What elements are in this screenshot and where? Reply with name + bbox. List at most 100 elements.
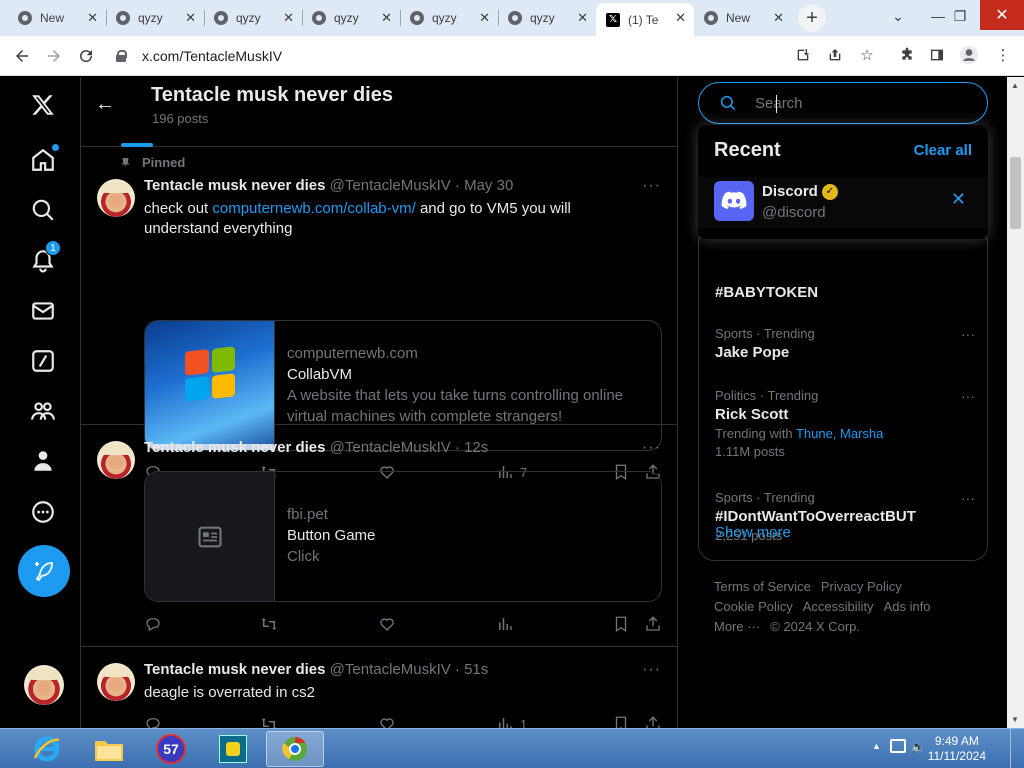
- trend-more-icon[interactable]: ···: [961, 388, 975, 404]
- network-icon[interactable]: [890, 739, 906, 753]
- side-panel-icon[interactable]: [926, 44, 948, 66]
- page-scrollbar[interactable]: ▲ ▼: [1007, 77, 1024, 728]
- home-icon[interactable]: [27, 144, 59, 176]
- back-button[interactable]: [10, 44, 34, 68]
- back-arrow-icon[interactable]: ←: [95, 93, 115, 116]
- address-bar[interactable]: x.com/TentacleMuskIV: [110, 41, 780, 71]
- show-desktop-button[interactable]: [1010, 729, 1024, 768]
- file-explorer-icon[interactable]: [84, 731, 134, 767]
- trend-more-icon[interactable]: ···: [961, 490, 975, 506]
- tweet-avatar[interactable]: [97, 663, 135, 701]
- trend-more-icon[interactable]: ···: [961, 326, 975, 342]
- search-box[interactable]: [698, 82, 988, 124]
- communities-people-icon[interactable]: [27, 395, 59, 427]
- tab-close-icon[interactable]: ✕: [283, 10, 294, 26]
- browser-tab[interactable]: qyzy ✕: [204, 3, 302, 33]
- share-upload-icon[interactable]: [644, 615, 662, 633]
- compose-post-button[interactable]: [18, 545, 70, 597]
- browser-tab[interactable]: qyzy ✕: [106, 3, 204, 33]
- browser-tab[interactable]: qyzy ✕: [498, 3, 596, 33]
- bookmark-icon[interactable]: [612, 615, 630, 633]
- tab-search-chevron-icon[interactable]: ⌄: [878, 4, 918, 28]
- tweet-more-icon[interactable]: ···: [642, 661, 661, 679]
- like-heart-icon[interactable]: [378, 615, 396, 633]
- tab-close-icon[interactable]: ✕: [381, 10, 392, 26]
- close-window-button[interactable]: ✕: [980, 0, 1024, 30]
- explore-search-icon[interactable]: [27, 194, 59, 226]
- bookmark-star-icon[interactable]: ☆: [856, 44, 878, 66]
- tab-close-icon[interactable]: ✕: [773, 10, 784, 26]
- author-name[interactable]: Tentacle musk never dies: [144, 661, 325, 678]
- internet-explorer-icon[interactable]: [22, 731, 72, 767]
- scroll-up-arrow-icon[interactable]: ▲: [1011, 81, 1019, 90]
- extensions-icon[interactable]: [896, 44, 918, 66]
- share-upload-icon[interactable]: [644, 715, 662, 728]
- trend-item[interactable]: Sports · Trending Jake Pope ···: [715, 326, 975, 361]
- tray-expand-icon[interactable]: ▲: [872, 741, 881, 751]
- trend-item[interactable]: Politics · Trending Rick Scott Trending …: [715, 388, 975, 459]
- reload-button[interactable]: [74, 44, 98, 68]
- profile-person-icon[interactable]: [27, 445, 59, 477]
- chrome-taskbar-icon[interactable]: [266, 731, 324, 767]
- clear-all-button[interactable]: Clear all: [914, 142, 972, 159]
- app-tile-icon[interactable]: [208, 731, 258, 767]
- author-name[interactable]: Tentacle musk never dies: [144, 177, 325, 194]
- repost-icon[interactable]: [260, 615, 278, 633]
- install-app-icon[interactable]: [792, 44, 814, 66]
- views-icon[interactable]: 1: [496, 715, 527, 728]
- footer-terms-link[interactable]: Terms of Service: [714, 579, 811, 594]
- app-badge-icon[interactable]: 57: [146, 731, 196, 767]
- taskbar-clock[interactable]: 9:49 AM 11/11/2024: [928, 734, 986, 764]
- trend-partial-tag[interactable]: #BABYTOKEN: [715, 284, 818, 301]
- tab-close-icon[interactable]: ✕: [675, 10, 686, 26]
- show-more-link[interactable]: Show more: [715, 524, 791, 541]
- trend-related-link[interactable]: Thune, Marsha: [796, 426, 883, 441]
- remove-recent-icon[interactable]: ✕: [951, 189, 966, 210]
- scroll-down-arrow-icon[interactable]: ▼: [1011, 715, 1019, 724]
- tweet[interactable]: Pinned Tentacle musk never dies @Tentacl…: [81, 147, 677, 481]
- bookmark-icon[interactable]: [612, 715, 630, 728]
- grok-slash-icon[interactable]: [27, 345, 59, 377]
- footer-more-link[interactable]: More ···: [714, 619, 760, 634]
- x-logo-icon[interactable]: [27, 89, 59, 121]
- share-icon[interactable]: [824, 44, 846, 66]
- forward-button[interactable]: [42, 44, 66, 68]
- footer-ads-link[interactable]: Ads info: [884, 599, 931, 614]
- new-tab-button[interactable]: +: [798, 4, 826, 32]
- tweet[interactable]: Tentacle musk never dies @TentacleMuskIV…: [81, 425, 677, 647]
- messages-envelope-icon[interactable]: [27, 295, 59, 327]
- footer-cookie-link[interactable]: Cookie Policy: [714, 599, 793, 614]
- browser-tab[interactable]: New ✕: [694, 3, 792, 33]
- tweet-avatar[interactable]: [97, 441, 135, 479]
- reply-icon[interactable]: [144, 715, 162, 728]
- tweet[interactable]: Tentacle musk never dies @TentacleMuskIV…: [81, 647, 677, 728]
- tab-close-icon[interactable]: ✕: [87, 10, 98, 26]
- notifications-bell-icon[interactable]: 1: [27, 240, 61, 276]
- repost-icon[interactable]: [260, 715, 278, 728]
- footer-privacy-link[interactable]: Privacy Policy: [821, 579, 902, 594]
- menu-kebab-icon[interactable]: ⋮: [992, 44, 1014, 66]
- tweet-more-icon[interactable]: ···: [642, 439, 661, 457]
- tab-close-icon[interactable]: ✕: [479, 10, 490, 26]
- views-icon[interactable]: [496, 615, 514, 633]
- browser-tab-active[interactable]: 𝕏 (1) Te ✕: [596, 3, 694, 36]
- browser-tab[interactable]: qyzy ✕: [302, 3, 400, 33]
- browser-tab[interactable]: New ✕: [8, 3, 106, 33]
- link-card[interactable]: fbi.pet Button Game Click: [144, 471, 662, 602]
- like-heart-icon[interactable]: [378, 715, 396, 728]
- volume-muted-icon[interactable]: 🔈: [910, 739, 926, 755]
- account-avatar[interactable]: [24, 665, 64, 705]
- author-name[interactable]: Tentacle musk never dies: [144, 439, 325, 456]
- tab-close-icon[interactable]: ✕: [577, 10, 588, 26]
- reply-icon[interactable]: [144, 615, 162, 633]
- profile-icon[interactable]: [958, 44, 980, 66]
- search-input[interactable]: [755, 94, 955, 112]
- tweet-more-icon[interactable]: ···: [642, 177, 661, 195]
- tweet-link[interactable]: computernewb.com/collab-vm/: [212, 200, 415, 217]
- recent-item[interactable]: Discord ✓ @discord ✕: [698, 177, 988, 229]
- more-options-circle-icon[interactable]: [27, 496, 59, 528]
- tab-close-icon[interactable]: ✕: [185, 10, 196, 26]
- tweet-avatar[interactable]: [97, 179, 135, 217]
- footer-accessibility-link[interactable]: Accessibility: [803, 599, 874, 614]
- scrollbar-thumb[interactable]: [1010, 157, 1021, 229]
